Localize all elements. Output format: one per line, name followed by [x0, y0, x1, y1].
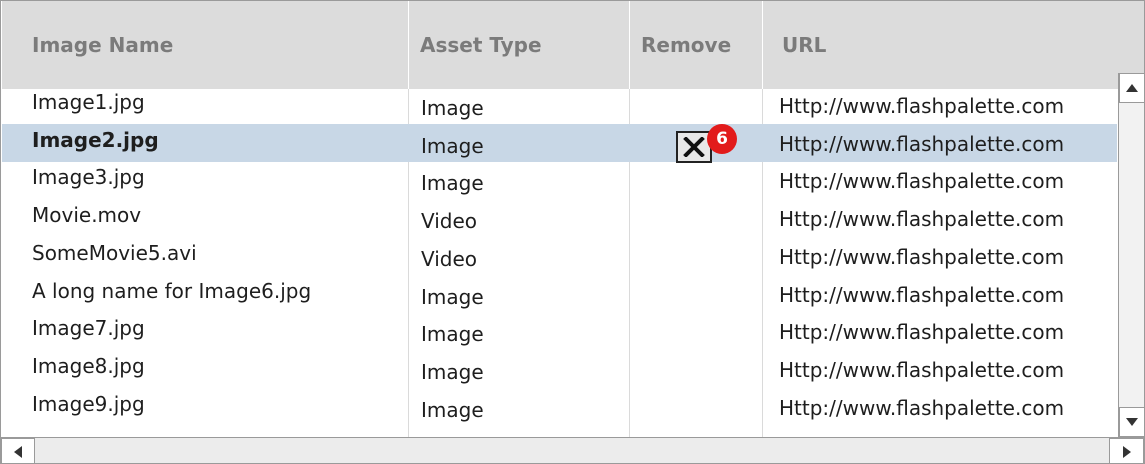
scroll-left-button[interactable] [1, 438, 35, 463]
cell-image-name: Image9.jpg [32, 391, 145, 416]
vertical-scrollbar[interactable] [1118, 73, 1144, 437]
column-header-image-name[interactable]: Image Name [32, 1, 173, 89]
asset-table: Image Name Asset Type Remove URL Image1.… [0, 0, 1145, 464]
table-row[interactable]: A long name for Image6.jpg Image Http://ww… [2, 275, 1117, 313]
table-row[interactable]: Image8.jpg Image Http://www.flashpalette.c… [2, 350, 1117, 388]
column-header-remove[interactable]: Remove [641, 1, 731, 89]
close-x-icon [683, 136, 705, 157]
scroll-right-button[interactable] [1109, 438, 1144, 463]
column-divider [408, 1, 409, 89]
table-row[interactable]: Image9.jpg Image Http://www.flashpalette.c… [2, 388, 1117, 426]
column-header-asset-type[interactable]: Asset Type [420, 1, 542, 89]
table-row[interactable]: Movie.mov Video Http://www.flashpalette.co… [2, 199, 1117, 237]
cell-image-name: Image8.jpg [32, 353, 145, 378]
cell-image-name: Image7.jpg [32, 316, 145, 341]
table-row[interactable]: Image2.jpg Image Http://www.flashpalette.c… [2, 123, 1117, 163]
table-row[interactable]: SomeMovie5.avi Video Http://www.flashpalet… [2, 237, 1117, 275]
arrow-left-icon [14, 445, 22, 458]
scroll-down-button[interactable] [1119, 407, 1144, 437]
horizontal-scrollbar[interactable] [1, 437, 1144, 463]
step-badge: 6 [707, 123, 737, 154]
table-row[interactable]: Image3.jpg Image Http://www.flashpalette.c… [2, 161, 1117, 199]
cell-image-name: Image2.jpg [32, 127, 159, 152]
arrow-right-icon [1122, 445, 1131, 458]
table-row[interactable]: Image7.jpg Image Http://www.flashpalette.c… [2, 312, 1117, 350]
arrow-down-icon [1126, 418, 1138, 426]
cell-image-name: A long name for Image6.jpg [32, 278, 312, 303]
cell-asset-type: Image [421, 397, 484, 422]
cell-url[interactable]: Http://www.flashpalette.com [779, 396, 1118, 434]
table-header: Image Name Asset Type Remove URL [2, 1, 1144, 89]
arrow-up-icon [1126, 84, 1138, 92]
column-header-url[interactable]: URL [782, 1, 826, 89]
column-divider [762, 1, 763, 89]
scroll-up-button[interactable] [1119, 73, 1144, 103]
cell-image-name: Image1.jpg [32, 90, 145, 114]
column-divider [629, 1, 630, 89]
cell-image-name: Image3.jpg [32, 165, 145, 190]
cell-image-name: SomeMovie5.avi [32, 240, 197, 265]
cell-image-name: Movie.mov [32, 203, 142, 228]
table-row[interactable]: Image1.jpg Image Http://www.flashpalette.c… [2, 86, 1117, 124]
